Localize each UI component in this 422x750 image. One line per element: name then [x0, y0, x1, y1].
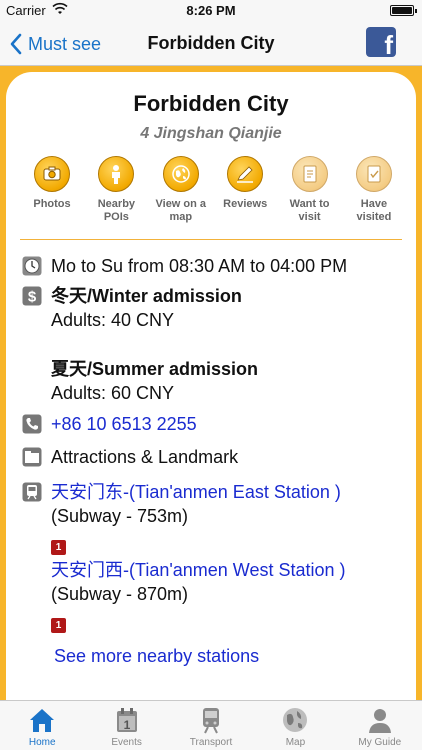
- globe-icon: [162, 156, 199, 192]
- opening-hours: Mo to Su from 08:30 AM to 04:00 PM: [51, 256, 348, 276]
- more-stations-row: See more nearby stations: [54, 644, 408, 668]
- nearby-pois-button[interactable]: Nearby POIs: [86, 156, 146, 228]
- facebook-share-button[interactable]: f: [366, 27, 396, 57]
- action-label: Photos: [33, 198, 71, 210]
- place-address: 4 Jingshan Qianjie: [140, 125, 282, 142]
- action-label: View on a map: [155, 198, 207, 223]
- user-icon: [368, 709, 391, 733]
- chevron-left-icon: [10, 33, 22, 55]
- place-name: Forbidden City: [133, 91, 289, 116]
- tab-my-guide[interactable]: My Guide: [338, 701, 422, 750]
- home-icon: [30, 709, 55, 732]
- dollar-icon: $: [22, 286, 42, 306]
- subway-line-badge: 1: [51, 540, 66, 555]
- tab-label: Events: [111, 737, 142, 748]
- status-bar: Carrier 8:26 PM: [0, 0, 422, 22]
- tab-map[interactable]: Map: [253, 701, 337, 750]
- action-buttons: Photos Nearby POIs View on a map Reviews: [22, 156, 404, 228]
- summer-admission-price: Adults: 60 CNY: [51, 383, 175, 403]
- content-frame: Forbidden City 4 Jingshan Qianjie Photos…: [0, 66, 422, 712]
- subway-line-badge: 1: [51, 618, 66, 633]
- calendar-icon: 1: [116, 708, 137, 732]
- folder-icon: [22, 447, 42, 467]
- see-more-stations-link[interactable]: See more nearby stations: [54, 644, 259, 668]
- tab-label: My Guide: [358, 737, 402, 748]
- phone-icon: [22, 414, 42, 434]
- want-to-visit-button[interactable]: Want to visit: [280, 156, 340, 228]
- document-icon: [291, 156, 328, 192]
- category-row: Attractions & Landmark: [22, 445, 408, 469]
- battery-icon: [390, 5, 417, 16]
- have-visited-button[interactable]: Have visited: [344, 156, 404, 228]
- tab-events[interactable]: 1 Events: [84, 701, 168, 750]
- tab-home[interactable]: Home: [0, 701, 84, 750]
- reviews-button[interactable]: Reviews: [215, 156, 275, 228]
- tab-label: Map: [285, 737, 306, 748]
- action-label: Nearby POIs: [97, 198, 136, 223]
- camera-icon: [34, 156, 70, 192]
- back-button-label: Must see: [28, 33, 102, 54]
- tab-bar: Home 1 Events Transport Map My Guide: [0, 700, 422, 750]
- back-button[interactable]: Must see: [8, 32, 101, 56]
- pencil-icon: [227, 156, 264, 192]
- category-label: Attractions & Landmark: [51, 447, 239, 467]
- admission-row: $ 冬天/Winter admission Adults: 40 CNY 夏天/…: [22, 284, 408, 405]
- view-on-map-button[interactable]: View on a map: [151, 156, 211, 228]
- winter-admission-title: 冬天/Winter admission: [51, 286, 242, 306]
- action-label: Have visited: [356, 198, 392, 223]
- tab-transport[interactable]: Transport: [169, 701, 253, 750]
- station-distance: (Subway - 753m): [51, 506, 189, 526]
- winter-admission-price: Adults: 40 CNY: [51, 310, 175, 330]
- station-distance: (Subway - 870m): [51, 584, 189, 604]
- phone-link[interactable]: +86 10 6513 2255: [51, 412, 197, 436]
- document-check-icon: [355, 156, 392, 192]
- station-link[interactable]: 天安门西-(Tian'anmen West Station ): [51, 558, 346, 582]
- train-icon: [22, 482, 42, 502]
- clock-label: 8:26 PM: [186, 3, 236, 18]
- clock-icon: [22, 256, 42, 276]
- train-icon: [203, 708, 220, 734]
- tab-label: Home: [28, 737, 56, 748]
- tab-label: Transport: [189, 737, 233, 748]
- svg-text:1: 1: [123, 718, 130, 732]
- place-detail-card: Forbidden City 4 Jingshan Qianjie Photos…: [6, 72, 416, 712]
- svg-text:$: $: [28, 289, 37, 306]
- photos-button[interactable]: Photos: [22, 156, 82, 228]
- phone-row[interactable]: +86 10 6513 2255: [22, 412, 408, 436]
- action-label: Reviews: [223, 198, 268, 210]
- globe-icon: [283, 708, 308, 732]
- station-link[interactable]: 天安门东-(Tian'anmen East Station ): [51, 480, 346, 504]
- divider: [20, 239, 402, 240]
- navigation-bar: Must see Forbidden City f: [0, 22, 422, 66]
- opening-hours-row: Mo to Su from 08:30 AM to 04:00 PM: [22, 254, 408, 278]
- person-icon: [98, 156, 135, 192]
- summer-admission-title: 夏天/Summer admission: [51, 359, 259, 379]
- nearby-stations-row: 天安门东-(Tian'anmen East Station ) (Subway …: [22, 480, 408, 633]
- action-label: Want to visit: [289, 198, 330, 223]
